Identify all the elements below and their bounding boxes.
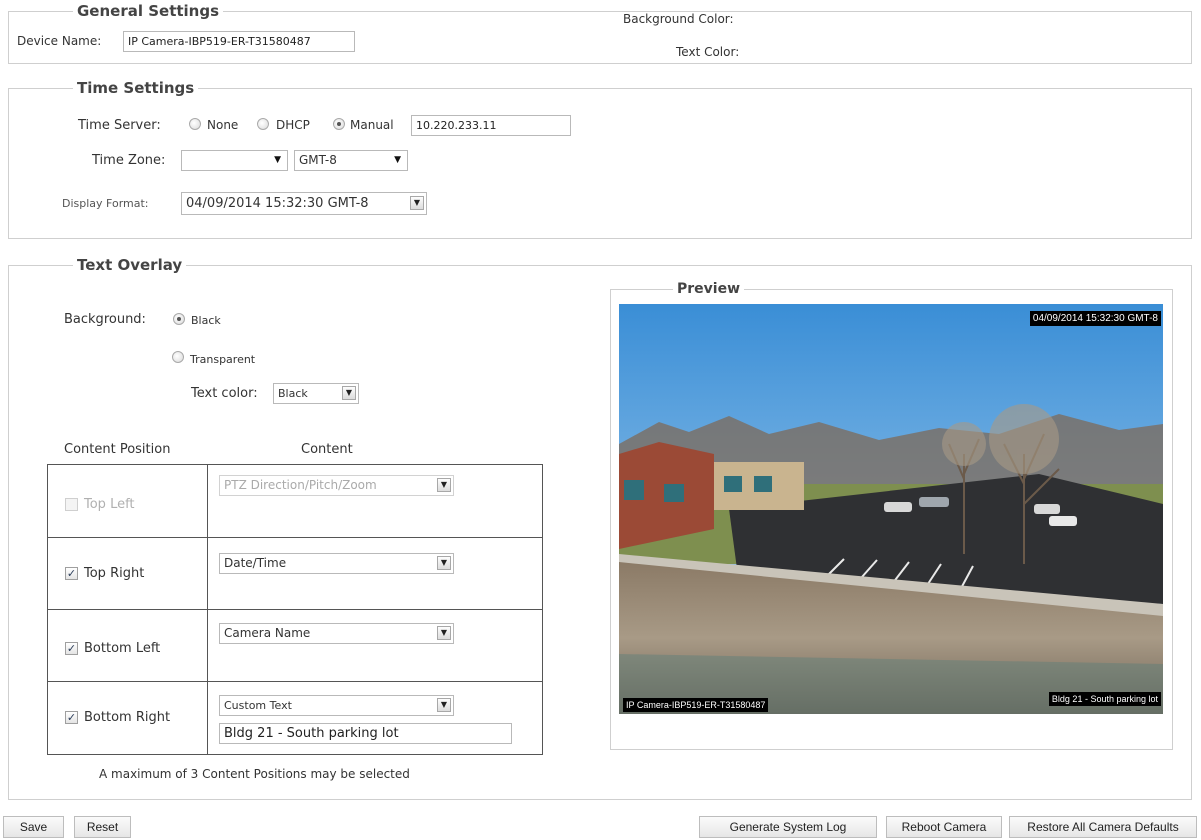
overlay-background-transparent-radio[interactable] [172,351,184,363]
device-name-input[interactable]: IP Camera-IBP519-ER-T31580487 [123,31,355,52]
bottom-left-checkbox[interactable]: ✓ [65,642,78,655]
content-position-table: Top Left PTZ Direction/Pitch/Zoom ▼ ✓ To… [47,464,543,755]
chevron-down-icon: ▼ [437,478,451,492]
content-cell-top-right: Date/Time ▼ [207,537,543,610]
content-position-header: Content Position [64,442,171,457]
position-cell-top-left: Top Left [47,464,208,538]
time-zone-select[interactable]: ▼ [181,150,288,171]
chevron-down-icon: ▼ [437,698,451,712]
bottom-left-label: Bottom Left [84,641,161,656]
text-overlay-legend: Text Overlay [77,256,183,274]
position-cell-bottom-left: ✓ Bottom Left [47,609,208,682]
table-row: ✓ Top Right Date/Time ▼ [47,537,543,610]
position-cell-bottom-right: ✓ Bottom Right [47,681,208,755]
preview-bottom-left-overlay: IP Camera-IBP519-ER-T31580487 [623,698,769,712]
overlay-text-color-label: Text color: [191,386,258,401]
general-settings-legend: General Settings [77,2,220,20]
overlay-background-label: Background: [64,312,146,327]
preview-legend: Preview [677,281,741,297]
time-server-dhcp-label: DHCP [276,118,310,132]
custom-text-input[interactable]: Bldg 21 - South parking lot [219,723,512,744]
display-format-select[interactable]: 04/09/2014 15:32:30 GMT-8 ▼ [181,192,427,215]
bottom-left-content-select[interactable]: Camera Name ▼ [219,623,454,644]
top-left-label: Top Left [84,497,135,512]
chevron-down-icon: ▼ [342,386,356,400]
content-position-note: A maximum of 3 Content Positions may be … [99,767,410,781]
top-right-content-value: Date/Time [224,556,287,570]
overlay-background-transparent-label: Transparent [190,353,256,366]
content-cell-bottom-left: Camera Name ▼ [207,609,543,682]
top-right-content-select[interactable]: Date/Time ▼ [219,553,454,574]
overlay-background-black-radio[interactable] [173,313,185,325]
top-left-content-value: PTZ Direction/Pitch/Zoom [224,478,377,492]
bottom-right-label: Bottom Right [84,710,171,725]
chevron-down-icon: ▼ [437,556,451,570]
time-server-none-radio[interactable] [189,118,201,130]
restore-defaults-button[interactable]: Restore All Camera Defaults [1009,816,1197,838]
time-server-none-label: None [207,118,239,132]
bottom-right-checkbox[interactable]: ✓ [65,711,78,724]
time-settings-legend: Time Settings [77,79,195,97]
device-name-label: Device Name: [17,34,102,48]
preview-top-right-overlay: 04/09/2014 15:32:30 GMT-8 [1029,311,1161,326]
content-cell-bottom-right: Custom Text ▼ Bldg 21 - South parking lo… [207,681,543,755]
generate-system-log-button[interactable]: Generate System Log [699,816,877,838]
display-format-value: 04/09/2014 15:32:30 GMT-8 [186,196,369,211]
time-server-dhcp-radio[interactable] [257,118,269,130]
table-row: Top Left PTZ Direction/Pitch/Zoom ▼ [47,464,543,538]
overlay-text-color-select[interactable]: Black ▼ [273,383,359,404]
time-zone-label: Time Zone: [92,153,166,168]
content-header: Content [301,442,353,457]
time-server-label: Time Server: [78,118,161,133]
top-right-label: Top Right [84,566,145,581]
bottom-right-content-value: Custom Text [224,699,292,712]
bottom-right-content-select[interactable]: Custom Text ▼ [219,695,454,716]
time-zone-offset-select[interactable]: GMT-8 ▼ [294,150,408,171]
camera-preview-image: 04/09/2014 15:32:30 GMT-8 IP Camera-IBP5… [619,304,1163,714]
table-row: ✓ Bottom Right Custom Text ▼ Bldg 21 - S… [47,681,543,755]
time-server-manual-label: Manual [350,118,394,132]
top-right-checkbox[interactable]: ✓ [65,567,78,580]
text-color-label: Text Color: [676,45,740,59]
preview-bottom-right-overlay: Bldg 21 - South parking lot [1048,692,1161,706]
time-server-address-input[interactable]: 10.220.233.11 [411,115,571,136]
table-row: ✓ Bottom Left Camera Name ▼ [47,609,543,682]
content-cell-top-left: PTZ Direction/Pitch/Zoom ▼ [207,464,543,538]
display-format-label: Display Format: [62,197,149,210]
top-left-checkbox[interactable] [65,498,78,511]
background-color-label: Background Color: [623,12,734,26]
bottom-left-content-value: Camera Name [224,626,311,640]
time-zone-offset-value: GMT-8 [299,153,337,167]
reboot-camera-button[interactable]: Reboot Camera [886,816,1002,838]
parking-lot-scene [619,304,1163,714]
time-server-manual-radio[interactable] [333,118,345,130]
chevron-down-icon: ▼ [437,626,451,640]
save-button[interactable]: Save [3,816,64,838]
chevron-down-icon: ▼ [394,155,401,165]
chevron-down-icon: ▼ [274,155,281,165]
chevron-down-icon: ▼ [410,196,424,210]
overlay-text-color-value: Black [278,387,308,400]
overlay-background-black-label: Black [191,314,221,327]
top-left-content-select[interactable]: PTZ Direction/Pitch/Zoom ▼ [219,475,454,496]
reset-button[interactable]: Reset [74,816,131,838]
position-cell-top-right: ✓ Top Right [47,537,208,610]
